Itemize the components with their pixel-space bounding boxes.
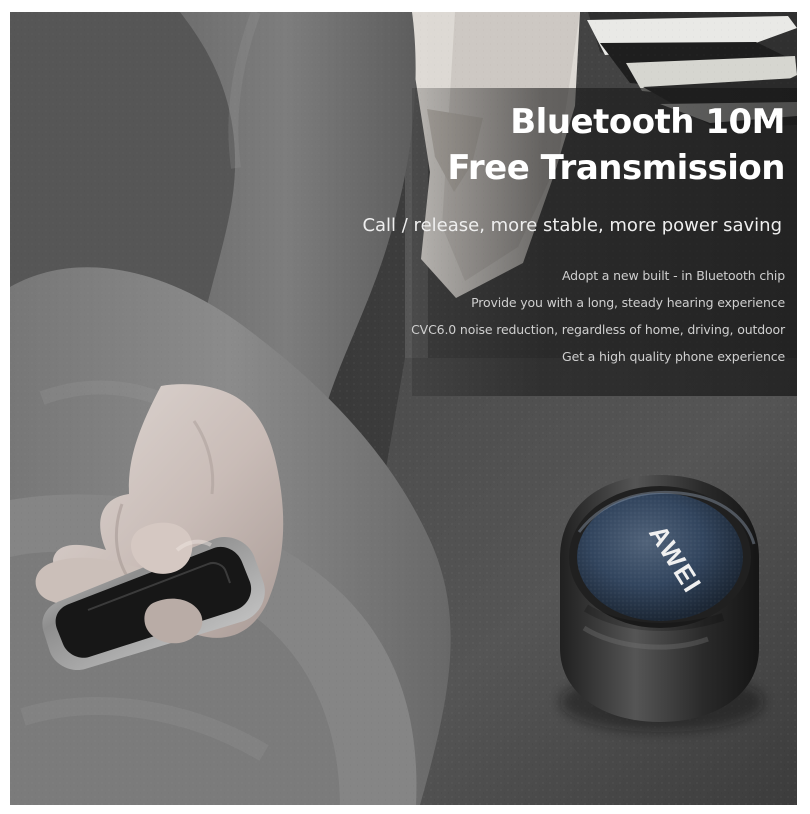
tagline: Call / release, more stable, more power … <box>362 215 782 236</box>
feature-item: Get a high quality phone experience <box>562 349 785 364</box>
headline-line-2: Free Transmission <box>447 148 785 188</box>
bluetooth-speaker: AWEI <box>560 475 764 732</box>
feature-list: Adopt a new built - in Bluetooth chip Pr… <box>345 262 785 370</box>
product-advertisement: AWEI Bluetooth 10M Free Transmission Cal… <box>10 12 797 805</box>
headline-line-1: Bluetooth 10M <box>510 102 785 142</box>
feature-item: Provide you with a long, steady hearing … <box>471 295 785 310</box>
feature-item: CVC6.0 noise reduction, regardless of ho… <box>411 322 785 337</box>
feature-item: Adopt a new built - in Bluetooth chip <box>561 268 785 283</box>
